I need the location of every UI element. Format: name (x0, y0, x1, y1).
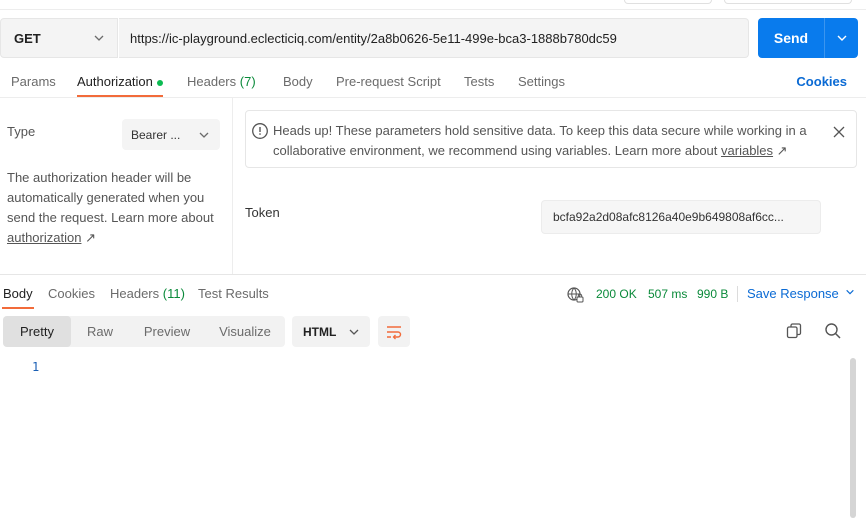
response-tabs: Body Cookies Headers (11) Test Results 2… (0, 274, 866, 310)
tab-tests[interactable]: Tests (464, 74, 494, 89)
chevron-down-icon (846, 289, 854, 295)
vertical-scrollbar[interactable] (850, 356, 856, 520)
cookies-link[interactable]: Cookies (796, 74, 847, 89)
tab-pre-request-script[interactable]: Pre-request Script (336, 74, 441, 89)
response-status[interactable]: 200 OK (596, 287, 637, 301)
response-active-tab-underline (2, 307, 34, 309)
language-value: HTML (303, 324, 337, 339)
auth-type-label: Type (7, 124, 36, 139)
save-response-button[interactable]: Save Response (747, 286, 855, 301)
method-select[interactable]: GET (0, 18, 118, 58)
tab-body[interactable]: Body (283, 74, 313, 89)
auth-type-value: Bearer ... (131, 127, 181, 142)
close-icon[interactable] (832, 125, 846, 139)
top-control-left[interactable] (624, 0, 712, 4)
resp-tab-body[interactable]: Body (3, 286, 33, 301)
request-tabs: Params Authorization Headers (7) Body Pr… (0, 66, 866, 98)
top-control-right[interactable] (724, 0, 852, 4)
tab-settings[interactable]: Settings (518, 74, 565, 89)
auth-description-text: The authorization header will be automat… (7, 170, 214, 225)
headers-count: (7) (239, 74, 256, 89)
resp-headers-count: (11) (162, 286, 185, 301)
alert-message: Heads up! These parameters hold sensitiv… (273, 121, 823, 161)
sensitive-data-alert: Heads up! These parameters hold sensitiv… (245, 110, 857, 168)
chevron-down-icon (94, 35, 104, 41)
resp-tab-headers[interactable]: Headers (11) (110, 286, 185, 301)
token-label: Token (245, 205, 280, 220)
token-input[interactable]: bcfa92a2d08afc8126a40e9b649808af6cc... (541, 200, 821, 234)
auth-description: The authorization header will be automat… (7, 168, 222, 248)
resp-tab-test-results[interactable]: Test Results (198, 286, 269, 301)
tab-params[interactable]: Params (11, 74, 56, 89)
variables-learn-link[interactable]: variables (721, 143, 773, 158)
language-select[interactable]: HTML (292, 316, 370, 347)
response-size[interactable]: 990 B (697, 287, 728, 301)
external-link-icon: ↗ (85, 230, 96, 245)
auth-details-panel: Heads up! These parameters hold sensitiv… (234, 98, 866, 274)
view-pretty[interactable]: Pretty (3, 316, 71, 347)
token-value: bcfa92a2d08afc8126a40e9b649808af6cc... (553, 210, 784, 224)
url-input[interactable]: https://ic-playground.eclecticiq.com/ent… (119, 18, 749, 58)
resp-tab-cookies[interactable]: Cookies (48, 286, 95, 301)
body-view-toggle: Pretty Raw Preview Visualize (3, 316, 285, 347)
active-indicator-dot (156, 79, 163, 86)
tab-authorization[interactable]: Authorization (77, 74, 163, 89)
send-button[interactable]: Send (758, 18, 824, 58)
wrap-lines-icon (387, 325, 402, 339)
info-icon (252, 123, 268, 139)
method-label: GET (14, 30, 41, 46)
copy-icon[interactable] (785, 322, 803, 340)
resp-tab-headers-label: Headers (110, 286, 160, 301)
external-link-icon: ↗ (776, 143, 788, 158)
response-body-code[interactable]: 1 (0, 358, 866, 520)
tab-authorization-label: Authorization (77, 74, 153, 89)
view-preview[interactable]: Preview (129, 316, 205, 347)
auth-type-panel: Type Bearer ... The authorization header… (0, 98, 233, 274)
send-button-group: Send (758, 18, 858, 58)
tab-headers-label: Headers (187, 74, 237, 89)
wrap-lines-button[interactable] (378, 316, 410, 347)
request-url-bar: GET https://ic-playground.eclecticiq.com… (0, 18, 866, 58)
authorization-learn-link[interactable]: authorization (7, 230, 81, 245)
url-text: https://ic-playground.eclecticiq.com/ent… (130, 30, 617, 46)
chevron-down-icon (349, 329, 359, 335)
send-options-button[interactable] (825, 18, 858, 58)
auth-type-select[interactable]: Bearer ... (122, 119, 220, 150)
chevron-down-icon (199, 132, 209, 138)
window-top-strip (0, 0, 866, 10)
view-visualize[interactable]: Visualize (205, 316, 285, 347)
view-raw[interactable]: Raw (71, 316, 129, 347)
scrollbar-thumb[interactable] (850, 358, 856, 518)
search-icon[interactable] (824, 322, 842, 340)
status-divider (737, 286, 738, 302)
active-tab-underline (77, 95, 163, 97)
globe-lock-icon[interactable] (566, 286, 584, 304)
line-number: 1 (32, 360, 40, 374)
response-time[interactable]: 507 ms (648, 287, 687, 301)
chevron-down-icon (837, 35, 846, 41)
save-response-label: Save Response (747, 286, 839, 301)
tab-headers[interactable]: Headers (7) (187, 74, 256, 89)
